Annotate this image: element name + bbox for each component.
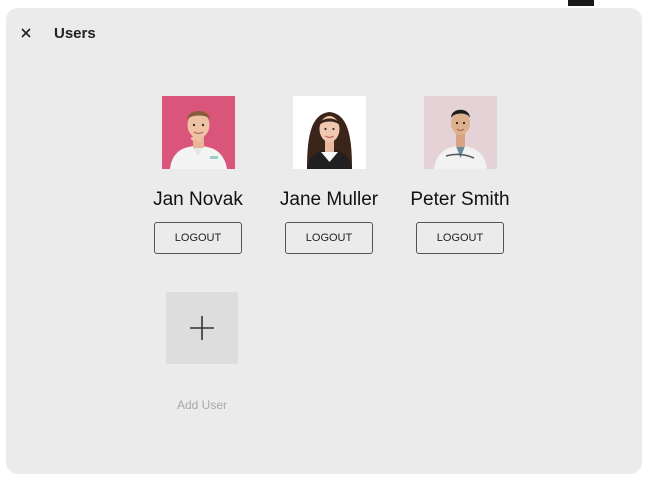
plus-icon bbox=[190, 316, 214, 340]
avatar bbox=[423, 96, 497, 169]
add-user-card: Add User bbox=[137, 292, 267, 412]
users-panel: Users Jan Novak LOGOUT Jane Muller LOGOU… bbox=[6, 8, 642, 474]
user-name: Jan Novak bbox=[153, 189, 243, 210]
avatar bbox=[292, 96, 366, 169]
user-name: Peter Smith bbox=[410, 189, 510, 210]
add-user-label: Add User bbox=[176, 398, 228, 412]
page-title: Users bbox=[54, 25, 96, 42]
user-card-jane-muller: Jane Muller LOGOUT bbox=[264, 96, 394, 254]
add-user-button[interactable] bbox=[166, 292, 238, 364]
logout-button-peter-smith[interactable]: LOGOUT bbox=[416, 222, 504, 254]
logout-button-jane-muller[interactable]: LOGOUT bbox=[285, 222, 373, 254]
user-card-jan-novak: Jan Novak LOGOUT bbox=[133, 96, 263, 254]
close-icon bbox=[21, 28, 31, 38]
avatar bbox=[161, 96, 235, 169]
close-button[interactable] bbox=[18, 25, 34, 41]
logout-button-jan-novak[interactable]: LOGOUT bbox=[154, 222, 242, 254]
user-name: Jane Muller bbox=[279, 189, 379, 210]
top-corner-mark bbox=[568, 0, 594, 6]
user-card-peter-smith: Peter Smith LOGOUT bbox=[395, 96, 525, 254]
